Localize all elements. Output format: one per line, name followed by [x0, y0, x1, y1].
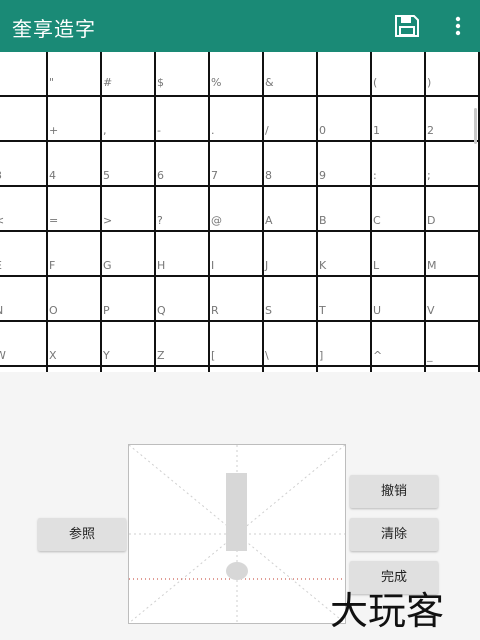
drawing-canvas[interactable]	[128, 444, 346, 624]
grid-cell-label[interactable]: L	[373, 259, 380, 272]
grid-cell-label[interactable]: +	[49, 124, 58, 137]
grid-cell-label[interactable]: 0	[319, 124, 326, 137]
character-grid-lines: " # $% & () +, -. / 0 1 2 3 4 5 6 7 8 9:; < = >? @ A B C D E F G H I J K…	[0, 52, 480, 372]
grid-cell-label[interactable]: "	[49, 76, 54, 89]
grid-cell-label[interactable]: 3	[0, 169, 2, 182]
app-title: 奎享造字	[12, 17, 96, 41]
grid-cell-label[interactable]: A	[265, 214, 273, 227]
grid-cell-label[interactable]: ,	[103, 124, 107, 137]
grid-cell-label[interactable]: -	[157, 124, 161, 137]
grid-cell-label[interactable]: T	[318, 304, 326, 317]
grid-cell-label[interactable]: ;	[427, 169, 431, 182]
grid-cell-label[interactable]: @	[211, 214, 222, 227]
grid-cell-label[interactable]: F	[49, 259, 55, 272]
overflow-menu-icon[interactable]	[450, 14, 466, 38]
save-icon[interactable]	[394, 14, 420, 38]
grid-cell-label[interactable]: S	[265, 304, 272, 317]
grid-cell-label[interactable]: N	[0, 304, 3, 317]
watermark-text: 大玩客	[330, 589, 444, 630]
grid-cell-label[interactable]: W	[0, 349, 6, 362]
grid-cell-label[interactable]: E	[0, 259, 2, 272]
grid-cell-label[interactable]: <	[0, 214, 4, 227]
clear-button[interactable]: 清除	[350, 518, 438, 551]
grid-cell-label[interactable]: ]	[319, 349, 323, 362]
grid-cell-label[interactable]: 1	[373, 124, 380, 137]
grid-cell-label[interactable]: [	[211, 349, 215, 362]
reference-button[interactable]: 参照	[38, 518, 126, 551]
grid-cell-label[interactable]: K	[319, 259, 327, 272]
grid-cell-label[interactable]: H	[157, 259, 165, 272]
grid-cell-label[interactable]: (	[373, 76, 377, 89]
grid-cell-label[interactable]: /	[265, 124, 269, 137]
grid-cell-label[interactable]: =	[49, 214, 58, 227]
grid-cell-label[interactable]: :	[373, 169, 377, 182]
grid-cell-label[interactable]: J	[264, 259, 268, 272]
grid-cell-label[interactable]: B	[319, 214, 327, 227]
grid-cell-label[interactable]: Z	[157, 349, 165, 362]
grid-cell-label[interactable]: D	[427, 214, 435, 227]
grid-cell-label[interactable]: \	[265, 349, 269, 362]
watermark-logo: 大玩客	[330, 589, 444, 630]
drawing-guides	[128, 444, 346, 624]
grid-cell-label[interactable]: I	[211, 259, 214, 272]
character-grid[interactable]: " # $% & () +, -. / 0 1 2 3 4 5 6 7 8 9:; < = >? @ A B C D E F G H I J K…	[0, 52, 480, 372]
grid-cell-label[interactable]: M	[427, 259, 437, 272]
undo-button[interactable]: 撤销	[350, 475, 438, 508]
grid-cell-label[interactable]: Y	[102, 349, 110, 362]
grid-cell-label[interactable]: U	[373, 304, 381, 317]
grid-cell-label[interactable]: &	[265, 76, 274, 89]
grid-cell-label[interactable]: ^	[373, 349, 382, 362]
reference-glyph	[226, 473, 248, 580]
grid-cell-label[interactable]: G	[103, 259, 112, 272]
grid-cell-label[interactable]: P	[103, 304, 110, 317]
grid-cell-label[interactable]: 8	[265, 169, 272, 182]
grid-cell-label[interactable]: 6	[157, 169, 164, 182]
grid-cell-label[interactable]: $	[157, 76, 164, 89]
grid-cell-label[interactable]: ?	[157, 214, 163, 227]
grid-cell-label[interactable]: 9	[319, 169, 326, 182]
grid-cell-label[interactable]: X	[49, 349, 57, 362]
grid-cell-label[interactable]: >	[103, 214, 112, 227]
grid-cell-label[interactable]: C	[373, 214, 381, 227]
grid-cell-label[interactable]: 2	[427, 124, 434, 137]
grid-cell-label[interactable]: R	[211, 304, 219, 317]
grid-cell-label[interactable]: 4	[49, 169, 56, 182]
grid-cell-label[interactable]: _	[426, 349, 433, 362]
grid-cell-label[interactable]: O	[49, 304, 58, 317]
scrollbar[interactable]	[474, 108, 477, 144]
grid-cell-label[interactable]: .	[211, 124, 215, 137]
grid-cell-label[interactable]: V	[427, 304, 435, 317]
grid-cell-label[interactable]: %	[211, 76, 221, 89]
grid-cell-label[interactable]: )	[427, 76, 431, 89]
grid-cell-label[interactable]: #	[103, 76, 112, 89]
grid-cell-label[interactable]: 7	[211, 169, 218, 182]
app-bar: 奎享造字	[0, 0, 480, 52]
grid-cell-label[interactable]: Q	[157, 304, 166, 317]
grid-cell-label[interactable]: 5	[103, 169, 110, 182]
